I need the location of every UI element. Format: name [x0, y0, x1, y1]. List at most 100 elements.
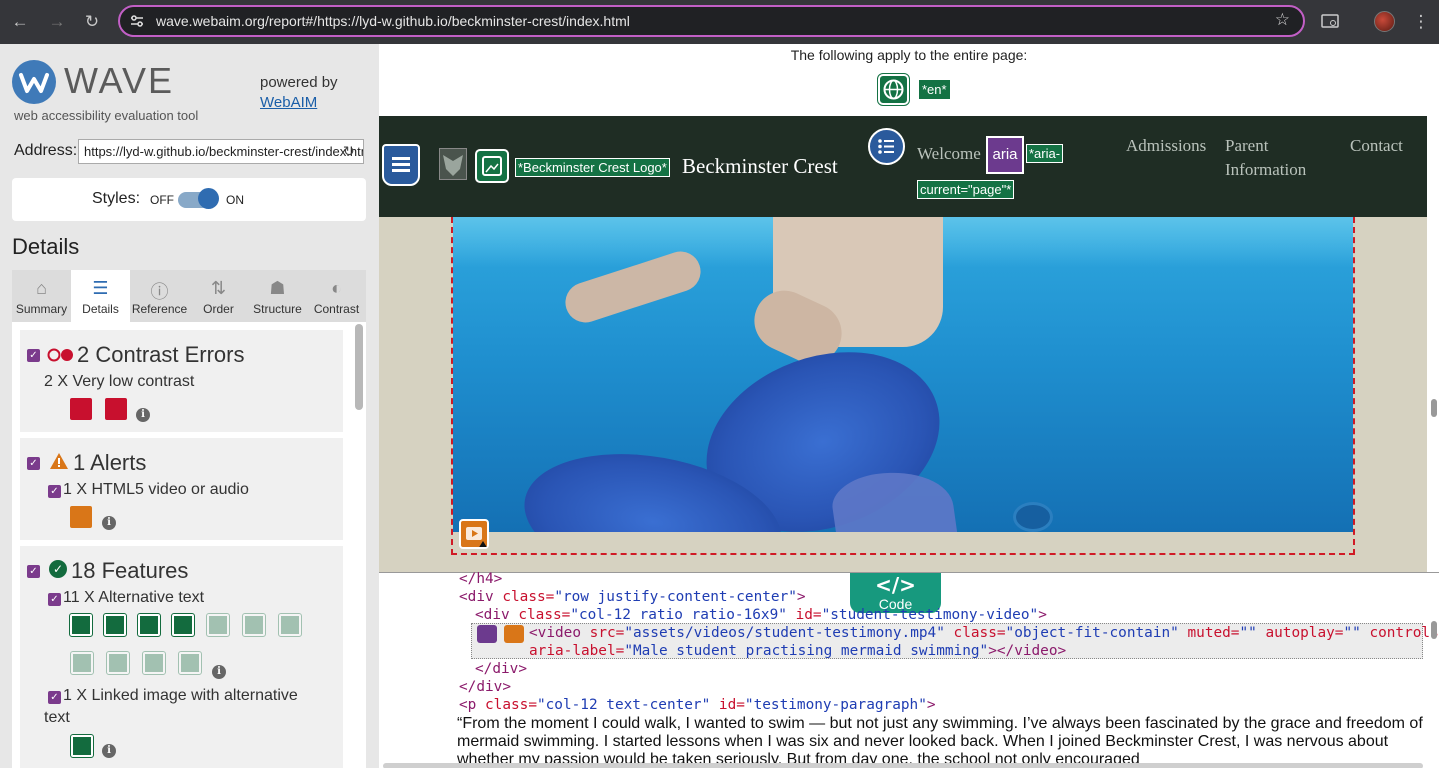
alerts-checkbox[interactable]: ✓	[27, 457, 40, 470]
info-icon[interactable]: i	[102, 516, 116, 530]
info-icon[interactable]: i	[102, 744, 116, 758]
code-line: </div>	[475, 661, 527, 677]
profile-avatar[interactable]	[1374, 11, 1395, 32]
alt-text-icon[interactable]	[70, 651, 94, 675]
alt-text-checkbox[interactable]: ✓	[48, 593, 61, 606]
logo-alt-tag: *Beckminster Crest Logo*	[515, 158, 670, 177]
video-alert-icon[interactable]	[504, 625, 524, 643]
webaim-link[interactable]: WebAIM	[260, 94, 317, 111]
wave-tabs: ⌂ Summary ☰ Details ⓘ Reference ⇅ Order ☗ Str…	[12, 270, 366, 322]
code-line: aria-label="Male student practising merm…	[529, 643, 1067, 659]
crest-logo-icon	[439, 148, 467, 180]
features-checkbox[interactable]: ✓	[27, 565, 40, 578]
alerts-card: ✓ 1 Alerts ✓ 1 X HTML5 video or audio i	[20, 438, 343, 540]
linked-image-label-cont: text	[44, 709, 70, 726]
evaluated-page: The following apply to the entire page: …	[379, 44, 1439, 768]
refresh-icon[interactable]: ↻	[343, 143, 355, 160]
menu-icon[interactable]: ⋮	[1409, 10, 1433, 34]
alt-text-icon[interactable]	[206, 613, 230, 637]
address-bar[interactable]: wave.webaim.org/report#/https://lyd-w.gi…	[118, 5, 1305, 37]
home-icon: ⌂	[36, 278, 47, 298]
alert-triangle-icon	[50, 453, 68, 469]
alt-text-icon[interactable]	[137, 613, 161, 637]
code-icon: </>	[875, 573, 916, 597]
contrast-error-icon[interactable]	[105, 398, 127, 420]
contrast-checkbox[interactable]: ✓	[27, 349, 40, 362]
styles-on-label: ON	[226, 193, 244, 207]
cast-icon[interactable]	[1321, 13, 1339, 30]
alt-text-icon[interactable]	[142, 651, 166, 675]
aria-current-tag-line2: current="page"*	[917, 180, 1015, 199]
brand-name[interactable]: Beckminster Crest	[682, 154, 838, 179]
info-icon[interactable]: i	[212, 665, 226, 679]
address-input[interactable]: https://lyd-w.github.io/beckminster-cres…	[78, 139, 364, 164]
linked-image-label: 1 X Linked image with alternative	[63, 687, 298, 704]
alt-text-icon[interactable]	[242, 613, 266, 637]
aria-icon[interactable]: aria	[986, 136, 1024, 174]
site-navbar: *Beckminster Crest Logo* Beckminster Cre…	[379, 116, 1427, 217]
contrast-icon: ◐	[331, 278, 342, 298]
checkmark-icon: ✓	[49, 560, 67, 578]
alt-text-icon[interactable]	[178, 651, 202, 675]
globe-language-icon[interactable]	[877, 73, 910, 106]
code-horizontal-scrollbar[interactable]	[383, 763, 1423, 768]
linked-image-icon[interactable]	[70, 734, 94, 758]
linked-image-icon[interactable]	[475, 149, 509, 183]
tab-reference[interactable]: ⓘ Reference	[130, 270, 189, 322]
code-scrollbar[interactable]	[1431, 621, 1437, 639]
info-icon[interactable]: i	[136, 408, 150, 422]
code-line: </div>	[459, 679, 511, 695]
language-tag: *en*	[918, 79, 951, 100]
wave-sidebar: WAVE web accessibility evaluation tool p…	[0, 44, 379, 768]
alternative-text-label: 11 X Alternative text	[63, 589, 205, 606]
tab-details[interactable]: ☰ Details	[71, 270, 130, 322]
styles-off-label: OFF	[150, 193, 174, 207]
aria-label-icon[interactable]	[477, 625, 497, 643]
nav-welcome-link[interactable]: Welcome	[917, 144, 981, 164]
alt-text-icon[interactable]	[106, 651, 130, 675]
nav-contact-link[interactable]: Contact	[1350, 134, 1403, 158]
code-line: <div class="row justify-content-center">	[459, 589, 806, 605]
code-panel: </> Code </h4> <div class="row justify-c…	[379, 571, 1439, 768]
tab-structure[interactable]: ☗ Structure	[248, 270, 307, 322]
contrast-error-icon[interactable]	[70, 398, 92, 420]
alt-text-icon[interactable]	[69, 613, 93, 637]
very-low-contrast-label: 2 X Very low contrast	[44, 373, 195, 390]
video-alert-icon[interactable]	[459, 519, 489, 549]
url-text[interactable]: wave.webaim.org/report#/https://lyd-w.gi…	[156, 13, 630, 29]
reload-icon[interactable]: ↻	[80, 10, 104, 34]
list-icon: ☰	[92, 278, 109, 298]
nav-admissions-link[interactable]: Admissions	[1126, 134, 1206, 158]
styles-toggle-knob[interactable]	[198, 188, 219, 209]
sidebar-scrollbar[interactable]	[355, 324, 363, 410]
alt-text-icon[interactable]	[278, 613, 302, 637]
video-alert-icon[interactable]	[70, 506, 92, 528]
aria-current-tag-line1: *aria-	[1026, 144, 1064, 163]
back-icon[interactable]: ←	[8, 10, 32, 34]
address-label: Address:	[14, 142, 78, 159]
features-card: ✓ ✓ 18 Features ✓ 11 X Alternative text …	[20, 546, 343, 768]
unordered-list-icon[interactable]	[868, 128, 905, 165]
testimony-paragraph-text: “From the moment I could walk, I wanted …	[457, 715, 1423, 768]
page-scrollbar[interactable]	[1431, 399, 1437, 417]
video-alert-checkbox[interactable]: ✓	[48, 485, 61, 498]
code-line: <p class="col-12 text-center" id="testim…	[459, 697, 936, 713]
tab-order[interactable]: ⇅ Order	[189, 270, 248, 322]
bookmark-star-icon[interactable]: ☆	[1275, 10, 1290, 30]
details-panel: ✓ 2 Contrast Errors 2 X Very low contras…	[12, 322, 366, 768]
structure-icon: ☗	[269, 278, 286, 298]
forward-icon[interactable]: →	[45, 10, 69, 34]
wave-title: WAVE	[64, 60, 175, 101]
powered-by-text: powered by	[260, 74, 338, 91]
tab-contrast[interactable]: ◐ Contrast	[307, 270, 366, 322]
nav-parent-info-link-cont[interactable]: Information	[1225, 158, 1306, 182]
contrast-errors-card: ✓ 2 Contrast Errors 2 X Very low contras…	[20, 330, 343, 432]
alt-text-icon[interactable]	[171, 613, 195, 637]
contrast-icon	[47, 348, 73, 362]
linked-image-checkbox[interactable]: ✓	[48, 691, 61, 704]
navigation-region-icon[interactable]	[382, 144, 420, 186]
site-settings-icon[interactable]	[129, 13, 145, 29]
nav-parent-info-link[interactable]: Parent	[1225, 134, 1268, 158]
tab-summary[interactable]: ⌂ Summary	[12, 270, 71, 322]
alt-text-icon[interactable]	[103, 613, 127, 637]
